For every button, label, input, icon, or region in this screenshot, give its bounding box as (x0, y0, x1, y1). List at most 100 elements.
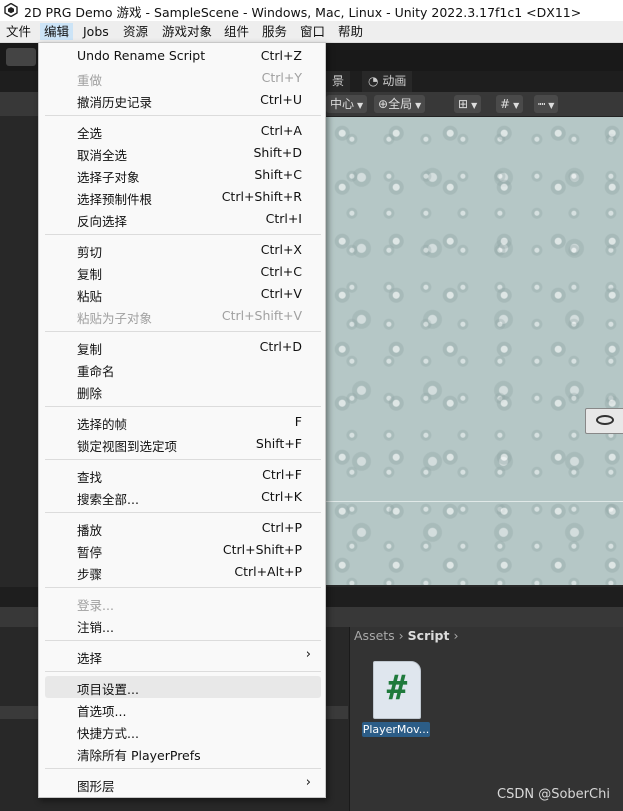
menu-item-delete[interactable]: 删除 (45, 380, 321, 402)
menu-item-clear-playerprefs[interactable]: 清除所有 PlayerPrefs (45, 742, 321, 764)
menu-item-frame-selected[interactable]: 选择的帧 F (45, 411, 321, 433)
increment-snap-button[interactable]: ┉ ▼ (534, 95, 559, 113)
menu-item-rename[interactable]: 重命名 (45, 358, 321, 380)
menu-separator (45, 671, 321, 672)
menu-item-sign-in: 登录... (45, 592, 321, 614)
menu-item-label: 重命名 (77, 364, 115, 379)
menu-assets[interactable]: 资源 (119, 23, 152, 40)
menu-item-label: 选择 (77, 651, 103, 666)
menu-item-label: 粘贴 (77, 289, 103, 304)
menu-item-label: 清除所有 PlayerPrefs (77, 748, 201, 763)
menu-item-label: 播放 (77, 523, 103, 538)
menu-item-shortcut: Ctrl+A (260, 123, 302, 138)
menu-item-cut[interactable]: 剪切 Ctrl+X (45, 239, 321, 261)
project-asset-grid (349, 627, 623, 811)
grid-snap-button[interactable]: # ▼ (496, 95, 524, 113)
menu-edit[interactable]: 编辑 (40, 23, 74, 40)
menu-item-project-settings[interactable]: 项目设置... (45, 676, 321, 698)
menu-item-lock-view[interactable]: 锁定视图到选定项 Shift+F (45, 433, 321, 455)
menu-item-preferences[interactable]: 首选项... (45, 698, 321, 720)
move-gizmo-icon: ⊞ (458, 97, 469, 111)
menu-item-shortcut: Ctrl+Shift+R (221, 189, 302, 204)
menu-separator (45, 234, 321, 235)
menu-item-sign-out[interactable]: 注销... (45, 614, 321, 636)
account-button[interactable] (6, 48, 36, 66)
menu-item-label: 选择预制件根 (77, 192, 153, 207)
menu-separator (45, 512, 321, 513)
menu-item-copy[interactable]: 复制 Ctrl+C (45, 261, 321, 283)
breadcrumb-assets[interactable]: Assets (354, 628, 395, 643)
menu-item-select-all[interactable]: 全选 Ctrl+A (45, 120, 321, 142)
menu-item-shortcut: Ctrl+Shift+V (221, 308, 302, 323)
menu-item-label: 删除 (77, 386, 103, 401)
clock-icon: ◔ (368, 74, 379, 88)
menu-item-label: 粘贴为子对象 (77, 311, 153, 326)
menu-item-graphics-tier[interactable]: 图形层 › (45, 773, 321, 795)
breadcrumb: Assets › Script › (354, 628, 458, 643)
menu-bar: 文件 编辑 Jobs 资源 游戏对象 组件 服务 窗口 帮助 (0, 21, 623, 43)
breadcrumb-script[interactable]: Script (408, 628, 450, 643)
menu-item-undo-history[interactable]: 撤消历史记录 Ctrl+U (45, 89, 321, 111)
tab-scene[interactable]: 景 (326, 71, 351, 92)
ruler-icon: ┉ (538, 97, 546, 111)
menu-item-shortcut: Shift+D (253, 145, 302, 160)
menu-item-step[interactable]: 步骤 Ctrl+Alt+P (45, 561, 321, 583)
menu-window[interactable]: 窗口 (296, 23, 329, 40)
scene-visibility-widget[interactable] (585, 408, 623, 434)
menu-item-label: 锁定视图到选定项 (77, 439, 178, 454)
menu-item-label: 撤消历史记录 (77, 95, 153, 110)
menu-services[interactable]: 服务 (258, 23, 291, 40)
scene-horizon-line (326, 501, 623, 502)
menu-item-selection[interactable]: 选择 › (45, 645, 321, 667)
menu-item-label: 取消全选 (77, 148, 128, 163)
menu-item-shortcut: Ctrl+K (261, 489, 302, 504)
tab-animation[interactable]: ◔ 动画 (362, 71, 413, 92)
menu-gameobject[interactable]: 游戏对象 (158, 23, 216, 40)
menu-item-label: 暂停 (77, 545, 103, 560)
menu-component[interactable]: 组件 (220, 23, 253, 40)
menu-item-redo: 重做 Ctrl+Y (45, 67, 321, 89)
menu-item-select-prefab-root[interactable]: 选择预制件根 Ctrl+Shift+R (45, 186, 321, 208)
menu-item-label: 复制 (77, 267, 103, 282)
menu-item-invert-selection[interactable]: 反向选择 Ctrl+I (45, 208, 321, 230)
menu-item-shortcut: Ctrl+Z (260, 48, 302, 63)
menu-item-label: 快捷方式... (77, 726, 139, 741)
menu-help[interactable]: 帮助 (334, 23, 367, 40)
menu-item-shortcut: Ctrl+Alt+P (234, 564, 302, 579)
menu-item-play[interactable]: 播放 Ctrl+P (45, 517, 321, 539)
menu-item-search-all[interactable]: 搜索全部... Ctrl+K (45, 486, 321, 508)
menu-item-deselect-all[interactable]: 取消全选 Shift+D (45, 142, 321, 164)
gizmo-tool-button[interactable]: ⊞ ▼ (454, 95, 482, 113)
hierarchy-toolbar (0, 92, 40, 116)
chevron-right-icon: › (305, 647, 311, 662)
chevron-down-icon: ▼ (513, 101, 520, 110)
menu-item-shortcuts[interactable]: 快捷方式... (45, 720, 321, 742)
menu-item-paste[interactable]: 粘贴 Ctrl+V (45, 283, 321, 305)
menu-item-pause[interactable]: 暂停 Ctrl+Shift+P (45, 539, 321, 561)
menu-item-find[interactable]: 查找 Ctrl+F (45, 464, 321, 486)
menu-separator (45, 768, 321, 769)
menu-item-shortcut: Ctrl+P (261, 520, 302, 535)
menu-item-duplicate[interactable]: 复制 Ctrl+D (45, 336, 321, 358)
menu-item-select-children[interactable]: 选择子对象 Shift+C (45, 164, 321, 186)
menu-item-label: 重做 (77, 73, 103, 88)
global-toggle[interactable]: ⊕全局 ▼ (374, 95, 426, 113)
menu-item-shortcut: Ctrl+X (260, 242, 302, 257)
menu-jobs[interactable]: Jobs (79, 23, 113, 40)
menu-item-shortcut: Ctrl+U (260, 92, 302, 107)
menu-item-label: 选择的帧 (77, 417, 128, 432)
menu-item-label: Undo Rename Script (77, 48, 206, 63)
menu-item-undo[interactable]: Undo Rename Script Ctrl+Z (45, 45, 321, 67)
menu-file[interactable]: 文件 (2, 23, 35, 40)
asset-name-label[interactable]: PlayerMov... (362, 722, 430, 737)
menu-item-shortcut: Ctrl+Y (261, 70, 302, 85)
csharp-script-icon[interactable]: # (373, 661, 421, 719)
scene-view[interactable] (326, 117, 623, 585)
menu-item-shortcut: Shift+F (255, 436, 302, 451)
chevron-down-icon: ▼ (415, 101, 422, 110)
menu-item-label: 全选 (77, 126, 103, 141)
menu-item-label: 图形层 (77, 779, 115, 794)
pivot-toggle[interactable]: 中心 ▼ (326, 95, 368, 113)
menu-item-label: 查找 (77, 470, 103, 485)
menu-item-label: 搜索全部... (77, 492, 139, 507)
